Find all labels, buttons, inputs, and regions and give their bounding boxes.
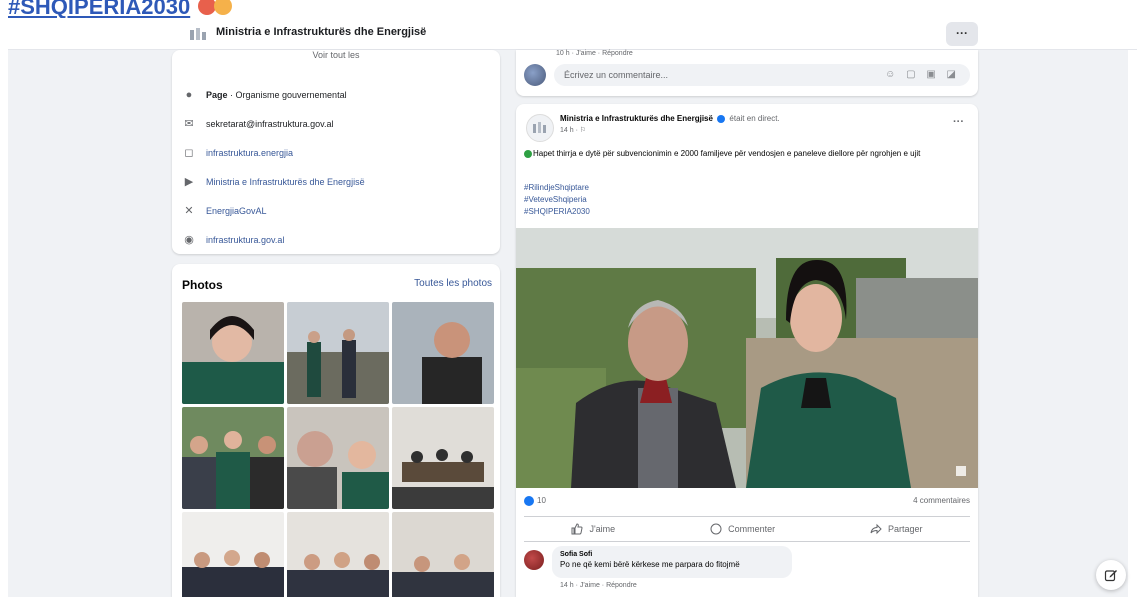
- left-margin: [0, 18, 8, 597]
- post-hashtags: #RilindjeShqiptare #VeteveShqiperia #SHQ…: [524, 182, 590, 218]
- email-icon: ✉: [184, 118, 194, 130]
- intro-item-instagram[interactable]: ◻ infrastruktura.energjia: [182, 138, 365, 167]
- comment-label[interactable]: Commenter: [728, 524, 775, 534]
- intro-instagram-link[interactable]: infrastruktura.energjia: [206, 148, 293, 158]
- youtube-icon: ▶: [184, 176, 194, 188]
- post-video[interactable]: [516, 228, 978, 488]
- user-avatar: [524, 64, 546, 86]
- page-header-bar: Ministria e Infrastrukturës dhe Energjis…: [8, 18, 1137, 50]
- share-arrow-icon: [870, 523, 882, 535]
- x-icon: ✕: [184, 205, 194, 217]
- photo-grid: [182, 302, 494, 597]
- instagram-icon: ◻: [184, 147, 194, 159]
- previous-comment-meta: 10 h · J'aime · Répondre: [556, 50, 633, 57]
- post-text: Hapet thirrja e dytë për subvencionimin …: [524, 148, 972, 160]
- hashtag-link[interactable]: #RilindjeShqiptare: [524, 182, 590, 194]
- post-actions: J'aime Commenter Partager: [524, 516, 970, 542]
- thumbs-up-icon: [571, 523, 583, 535]
- intro-website-link[interactable]: infrastruktura.gov.al: [206, 235, 284, 245]
- reaction-summary: 10 4 commentaires: [524, 496, 970, 510]
- intro-item-category: ● Page · Organisme gouvernemental: [182, 80, 365, 109]
- see-all-photos-link[interactable]: Toutes les photos: [414, 278, 492, 289]
- photos-card: Photos Toutes les photos: [172, 264, 500, 597]
- post-live-label: était en direct.: [729, 114, 780, 123]
- intro-email-label[interactable]: sekretarat@infrastruktura.gov.al: [206, 119, 334, 129]
- intro-x-link[interactable]: EnergjiaGovAL: [206, 206, 267, 216]
- post-author-line: Ministria e Infrastrukturës dhe Energjis…: [560, 114, 780, 123]
- verified-badge-icon: [717, 114, 726, 123]
- comment-count[interactable]: 4 commentaires: [913, 496, 970, 505]
- top-hashtag-link[interactable]: #SHQIPERIA2030: [8, 0, 236, 20]
- post-more-button[interactable]: ···: [953, 116, 964, 128]
- reaction-count[interactable]: 10: [537, 496, 546, 505]
- info-icon: ●: [185, 88, 193, 101]
- top-hashtag-text[interactable]: #SHQIPERIA2030: [8, 0, 190, 20]
- photo-thumbnail[interactable]: [392, 407, 494, 509]
- like-reaction-icon: [524, 496, 534, 506]
- post-card: Ministria e Infrastrukturës dhe Energjis…: [516, 104, 978, 597]
- photo-thumbnail[interactable]: [287, 512, 389, 597]
- like-button[interactable]: J'aime: [571, 523, 615, 535]
- photo-thumbnail[interactable]: [182, 302, 284, 404]
- like-label[interactable]: J'aime: [589, 524, 615, 534]
- intro-cut-text: Voir tout les: [312, 50, 360, 60]
- intro-category-label: · Organisme gouvernemental: [227, 89, 347, 100]
- intro-card: Voir tout les ● Page · Organisme gouvern…: [172, 50, 500, 254]
- hashtag-link[interactable]: #SHQIPERIA2030: [524, 206, 590, 218]
- photo-thumbnail[interactable]: [392, 302, 494, 404]
- new-message-button[interactable]: [1096, 560, 1126, 590]
- post-timestamp[interactable]: 14 h · ⚐: [560, 126, 586, 134]
- photo-thumbnail[interactable]: [287, 302, 389, 404]
- comment-tools-icons[interactable]: ☺ ▢ ▣ ◪: [885, 69, 960, 80]
- post-author-name[interactable]: Ministria e Infrastrukturës dhe Energjis…: [560, 114, 713, 123]
- page-title: Ministria e Infrastrukturës dhe Energjis…: [216, 26, 427, 38]
- globe-icon: ◉: [184, 234, 194, 246]
- comment-placeholder: Écrivez un commentaire...: [564, 70, 669, 80]
- commenter-avatar[interactable]: [524, 550, 544, 570]
- comment-meta[interactable]: 14 h · J'aime · Répondre: [560, 582, 637, 589]
- compose-icon: [1104, 570, 1117, 582]
- more-options-button[interactable]: ···: [946, 22, 978, 46]
- comment-input[interactable]: Écrivez un commentaire... ☺ ▢ ▣ ◪: [554, 64, 970, 86]
- hashtag-link[interactable]: #VeteveShqiperia: [524, 194, 590, 206]
- post-author-avatar[interactable]: [526, 114, 554, 142]
- intro-youtube-link[interactable]: Ministria e Infrastrukturës dhe Energjis…: [206, 177, 365, 187]
- photo-thumbnail[interactable]: [392, 512, 494, 597]
- previous-post-comment-box: 10 h · J'aime · Répondre Écrivez un comm…: [516, 50, 978, 96]
- share-button[interactable]: Partager: [870, 523, 923, 535]
- photo-thumbnail[interactable]: [182, 407, 284, 509]
- comment-bubble-icon: [710, 523, 722, 535]
- intro-item-email[interactable]: ✉ sekretarat@infrastruktura.gov.al: [182, 109, 365, 138]
- intro-item-x[interactable]: ✕ EnergjiaGovAL: [182, 196, 365, 225]
- comment-bubble: Sofia Sofi Po ne që kemi bërë kërkese me…: [552, 546, 792, 578]
- photo-thumbnail[interactable]: [287, 407, 389, 509]
- right-margin: [1128, 50, 1137, 597]
- share-label[interactable]: Partager: [888, 524, 923, 534]
- emoji-icon: [198, 0, 236, 17]
- intro-page-label: Page: [206, 89, 228, 100]
- comment-text: Po ne që kemi bërë kërkese me parpara do…: [560, 560, 740, 569]
- intro-item-website[interactable]: ◉ infrastruktura.gov.al: [182, 225, 365, 254]
- photos-title: Photos: [182, 278, 223, 292]
- ministry-logo-icon: [190, 28, 206, 40]
- photo-thumbnail[interactable]: [182, 512, 284, 597]
- commenter-name[interactable]: Sofia Sofi: [560, 551, 784, 558]
- post-body-text: Hapet thirrja e dytë për subvencionimin …: [533, 149, 921, 158]
- comment-button[interactable]: Commenter: [710, 523, 775, 535]
- intro-item-youtube[interactable]: ▶ Ministria e Infrastrukturës dhe Energj…: [182, 167, 365, 196]
- intro-list: ● Page · Organisme gouvernemental ✉ sekr…: [182, 80, 365, 254]
- green-circle-emoji-icon: [524, 149, 532, 158]
